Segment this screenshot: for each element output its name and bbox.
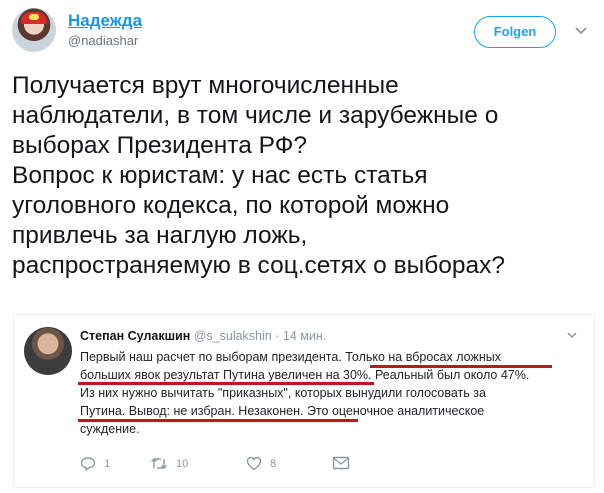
red-underline [370, 365, 552, 368]
tweet-line: Вопрос к юристам: у нас есть статья [12, 162, 428, 189]
retweet-count: 10 [176, 457, 189, 470]
embedded-line: Первый наш расчет по выборам президента.… [80, 350, 501, 364]
heart-icon [246, 456, 262, 471]
embedded-author-name: Степан Сулакшин [80, 329, 191, 343]
embedded-line: суждение. [80, 422, 140, 436]
embedded-line: Путина. Вывод: не избран. Незаконен. Это… [80, 404, 485, 418]
chevron-down-icon[interactable] [574, 26, 588, 36]
tweet-line: наблюдатели, в том числе и зарубежные о [12, 102, 499, 129]
embedded-author-avatar [24, 327, 72, 375]
envelope-icon [332, 456, 350, 470]
retweet-icon [151, 458, 167, 469]
embedded-author-handle: @s_sulakshin [193, 329, 272, 343]
tweet-line: Получается врут многочисленные [12, 72, 399, 99]
follow-button[interactable]: Folgen [474, 16, 556, 48]
tweet-line: распространяемую в соц.сетях о выборах? [12, 252, 505, 279]
red-underline [78, 419, 358, 422]
chevron-down-icon [567, 332, 577, 339]
reply-icon [80, 457, 96, 471]
embedded-tweet-header: Степан Сулакшин @s_sulakshin · 14 мин. [80, 329, 326, 343]
embedded-line: Из них нужно вычитать "приказных", котор… [80, 386, 486, 400]
tweet-line: привлечь за наглую ложь, [12, 222, 308, 249]
reply-action: 1 [80, 456, 110, 471]
embedded-tweet-text: Первый наш расчет по выборам президента.… [80, 348, 580, 438]
like-action: 8 [246, 456, 276, 471]
author-avatar[interactable] [12, 8, 56, 52]
author-handle: @nadiashar [68, 33, 139, 48]
reply-count: 1 [104, 457, 111, 470]
red-underline [78, 382, 374, 385]
author-name[interactable]: Надежда [68, 11, 142, 31]
message-action [332, 456, 350, 470]
embedded-time: · 14 мин. [275, 329, 327, 343]
tweet-line: уголовного кодекса, по которой можно [12, 192, 450, 219]
retweet-action: 10 [150, 456, 188, 471]
tweet-line: выборах Президента РФ? [12, 132, 307, 159]
tweet-text: Получается врут многочисленные наблюдате… [12, 71, 598, 281]
like-count: 8 [270, 457, 277, 470]
embedded-tweet-screenshot: Степан Сулакшин @s_sulakshin · 14 мин. П… [13, 314, 595, 488]
